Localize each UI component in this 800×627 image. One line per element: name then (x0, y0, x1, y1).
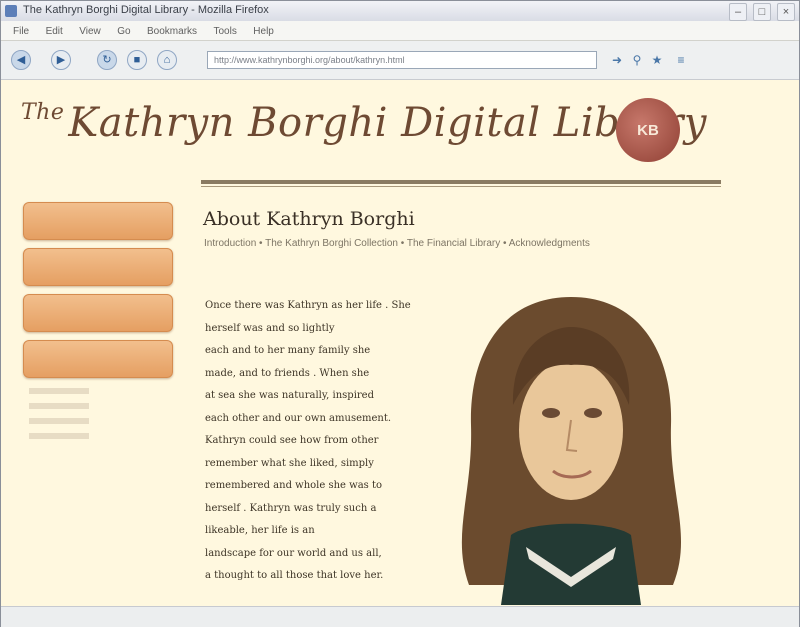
browser-icon (5, 5, 17, 17)
text-line: Once there was Kathryn as her life . She (205, 300, 411, 311)
sidebar-link[interactable] (29, 418, 175, 427)
eye-left (542, 408, 560, 418)
text-line: herself . Kathryn was truly such a (205, 502, 377, 514)
seal-text: KB (637, 121, 659, 139)
text-line: a thought to all those that love her. (205, 570, 384, 581)
header-divider (201, 180, 721, 184)
title-bar: The Kathryn Borghi Digital Library - Moz… (1, 1, 799, 22)
sidebar-links (23, 388, 175, 442)
address-bar[interactable]: http://www.kathrynborghi.org/about/kathr… (207, 51, 597, 69)
eye-right (584, 408, 602, 418)
sidebar-link[interactable] (29, 403, 175, 412)
web-page: The Kathryn Borghi Digital Library KB Abo… (1, 80, 799, 606)
face (519, 360, 623, 500)
sidebar-button-2[interactable] (23, 248, 173, 286)
menu-help[interactable]: Help (253, 26, 274, 37)
text-line: each other and our own amusement. (205, 412, 392, 424)
text-line: landscape for our world and us all, (205, 547, 382, 559)
minimize-button[interactable]: – (729, 3, 747, 21)
menu-file[interactable]: File (13, 26, 29, 37)
page-title: About Kathryn Borghi (203, 208, 415, 230)
header-divider-thin (201, 186, 721, 187)
text-line: remembered and whole she was to (205, 480, 383, 491)
text-line: Kathryn could see how from other (205, 435, 379, 446)
logo-text: Kathryn Borghi Digital Library (68, 100, 707, 146)
text-line: each and to her many family she (205, 345, 371, 356)
close-button[interactable]: × (777, 3, 795, 21)
biography-text: Once there was Kathryn as her life . She… (205, 295, 415, 588)
maximize-button[interactable]: □ (753, 3, 771, 21)
window-title: The Kathryn Borghi Digital Library - Moz… (23, 4, 269, 16)
portrait-image (461, 297, 682, 605)
browser-window: The Kathryn Borghi Digital Library - Moz… (0, 0, 800, 627)
menu-edit[interactable]: Edit (46, 26, 63, 37)
sidebar-link[interactable] (29, 388, 175, 397)
text-line: remember what she liked, simply (205, 457, 374, 469)
menu-go[interactable]: Go (117, 26, 130, 37)
navigation-toolbar: ◀ ▶ ↻ ■ ⌂ http://www.kathrynborghi.org/a… (1, 41, 799, 80)
menu-bookmarks[interactable]: Bookmarks (147, 26, 197, 37)
text-line: made, and to friends . When she (205, 367, 370, 379)
seal-emblem: KB (616, 98, 680, 162)
menu-view[interactable]: View (79, 26, 101, 37)
sidebar-nav (23, 202, 175, 448)
menu-bar: File Edit View Go Bookmarks Tools Help (1, 21, 799, 41)
sidebar-button-3[interactable] (23, 294, 173, 332)
sidebar-button-4[interactable] (23, 340, 173, 378)
forward-icon[interactable]: ▶ (51, 50, 71, 70)
sidebar-link[interactable] (29, 433, 175, 442)
home-icon[interactable]: ⌂ (157, 50, 177, 70)
bookmark-icon[interactable]: ★ (649, 52, 665, 68)
window-controls: – □ × (729, 3, 795, 21)
site-logo[interactable]: The Kathryn Borghi Digital Library (21, 100, 707, 146)
text-line: at sea she was naturally, inspired (205, 390, 374, 401)
go-icon[interactable]: ➜ (609, 52, 625, 68)
reload-icon[interactable]: ↻ (97, 50, 117, 70)
back-icon[interactable]: ◀ (11, 50, 31, 70)
logo-the: The (21, 100, 65, 125)
search-icon[interactable]: ⚲ (629, 52, 645, 68)
stop-icon[interactable]: ■ (127, 50, 147, 70)
text-line: likeable, her life is an (205, 525, 315, 536)
menu-icon[interactable]: ≡ (673, 52, 689, 68)
text-line: herself was and so lightly (205, 322, 335, 334)
menu-tools[interactable]: Tools (213, 26, 236, 37)
section-links[interactable]: Introduction • The Kathryn Borghi Collec… (204, 238, 590, 249)
sweater (501, 523, 641, 605)
sidebar-button-1[interactable] (23, 202, 173, 240)
status-bar (1, 606, 799, 627)
